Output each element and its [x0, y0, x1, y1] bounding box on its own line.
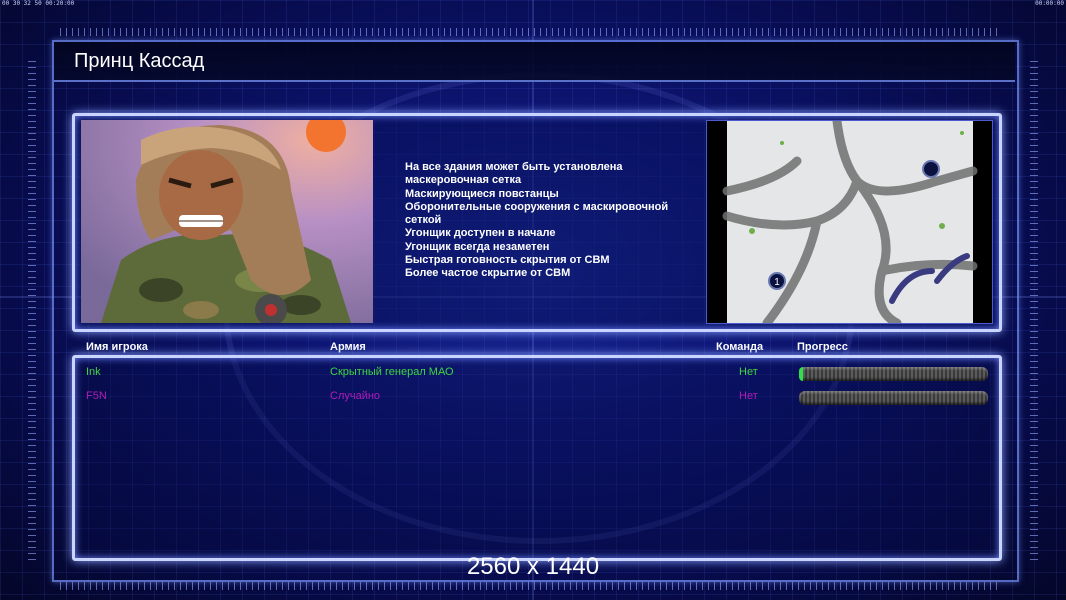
- general-name-title: Принц Кассад: [74, 50, 205, 72]
- feature-item: На все здания может быть установлена: [405, 161, 623, 173]
- player-team: Нет: [739, 390, 758, 402]
- start-position-empty[interactable]: [922, 160, 940, 178]
- feature-item: Маскирующиеся повстанцы: [405, 187, 559, 200]
- player-name: F5N: [86, 390, 107, 402]
- player-team: Нет: [739, 366, 758, 378]
- top-ruler: [60, 28, 1000, 36]
- feature-item: Угонщик всегда незаметен: [405, 240, 550, 253]
- general-portrait: [81, 120, 373, 323]
- players-panel: Ink Скрытный генерал МАО Нет F5N Случайн…: [72, 355, 1002, 561]
- progress-fill: [799, 367, 803, 381]
- feature-item: Оборонительные сооружения с маскировочно…: [405, 200, 669, 213]
- feature-item: сеткой: [405, 214, 442, 227]
- player-progress-bar: [799, 391, 988, 405]
- resolution-label: 2560 x 1440: [466, 553, 600, 580]
- general-features-list: На все здания может быть установлена мас…: [405, 161, 705, 281]
- player-army: Случайно: [330, 390, 381, 402]
- feature-item: Быстрая готовность скрытия от СВМ: [405, 254, 610, 267]
- player-army: Скрытный генерал МАО: [330, 366, 454, 378]
- header-army: Армия: [330, 341, 366, 353]
- general-info-panel: На все здания может быть установлена мас…: [72, 113, 1002, 332]
- player-name: Ink: [86, 366, 101, 378]
- player-row: Ink Скрытный генерал МАО Нет: [75, 364, 999, 384]
- map-preview: 1: [706, 120, 993, 324]
- loading-screen: 00 30 32 50 00:20:00 00:00:00 Принц Касс…: [0, 0, 1066, 600]
- feature-item: Более частое скрытие от СВМ: [405, 267, 571, 280]
- right-ruler: [1030, 60, 1038, 560]
- left-ruler: [28, 60, 36, 560]
- map-terrain: 1: [707, 121, 992, 323]
- header-progress: Прогресс: [797, 341, 848, 353]
- top-right-clock: 00:00:00: [1035, 0, 1064, 7]
- feature-item: Угонщик доступен в начале: [405, 227, 556, 240]
- bottom-ruler: [60, 582, 1000, 590]
- player-progress-bar: [799, 367, 988, 381]
- portrait-illustration: [81, 120, 373, 323]
- start-position-label: 1: [774, 277, 780, 288]
- feature-item: маскеровочная сетка: [405, 174, 522, 187]
- player-row: F5N Случайно Нет: [75, 388, 999, 408]
- title-bar: Принц Кассад: [54, 42, 1015, 82]
- header-team: Команда: [716, 341, 764, 353]
- top-left-counter: 00 30 32 50 00:20:00: [2, 0, 75, 7]
- header-player-name: Имя игрока: [86, 341, 148, 353]
